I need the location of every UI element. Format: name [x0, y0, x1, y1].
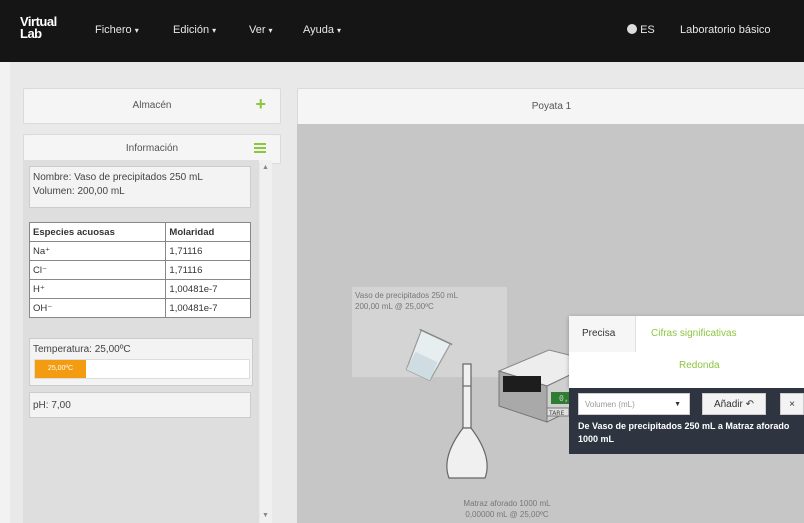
lab-name[interactable]: Laboratorio básico [680, 24, 771, 36]
workbench-header[interactable]: Poyata 1 [297, 88, 804, 126]
scroll-up-icon[interactable]: ▲ [262, 164, 269, 171]
menu-edicion[interactable]: Edición ▾ [173, 24, 216, 36]
column-header: Molaridad [165, 222, 251, 242]
menu-ayuda[interactable]: Ayuda ▾ [303, 24, 341, 36]
flask-tooltip: Matraz aforado 1000 mL 0,00000 mL @ 25,0… [442, 498, 572, 520]
navbar: Virtual Lab Fichero ▾ Edición ▾ Ver ▾ Ayuda… [0, 0, 804, 62]
transfer-panel: Volumen (mL) ▼ Añadir ↶ × De Vaso de pre… [569, 388, 804, 454]
volume-select-placeholder: Volumen (mL) [585, 400, 635, 409]
species-molarity: 1,00481e-7 [165, 279, 251, 299]
beaker-tooltip-volume: 200,00 mL @ 25,00ºC [355, 302, 434, 311]
species-name: OH⁻ [28, 298, 167, 318]
language-label: ES [640, 24, 655, 36]
tab-cifras-significativas[interactable]: Cifras significativas [651, 328, 737, 339]
species-name: H⁺ [28, 279, 167, 299]
object-info-box: Nombre: Vaso de precipitados 250 mL Volu… [29, 166, 251, 208]
undo-icon: ↶ [745, 399, 755, 410]
menu-ayuda-label: Ayuda [303, 24, 334, 36]
precision-popup: Precisa Cifras significativas Redonda [569, 316, 804, 388]
volumetric-flask-icon[interactable] [437, 362, 497, 487]
species-table: Especies acuosas Molaridad Na⁺ 1,71116 C… [28, 222, 251, 318]
add-button-label: Añadir [713, 399, 743, 410]
species-molarity: 1,71116 [165, 260, 251, 280]
menu-fichero[interactable]: Fichero ▾ [95, 24, 139, 36]
flask-tooltip-name: Matraz aforado 1000 mL [463, 499, 551, 508]
menu-ver[interactable]: Ver ▾ [249, 24, 273, 36]
table-row: Cl⁻ 1,71116 [28, 260, 251, 280]
object-volume: Volumen: 200,00 mL [33, 186, 125, 197]
scroll-down-icon[interactable]: ▼ [262, 512, 269, 519]
volume-select[interactable]: Volumen (mL) ▼ [578, 393, 690, 415]
virtual-lab-logo[interactable]: Virtual Lab [20, 15, 64, 41]
ph-box: pH: 7,00 [29, 392, 251, 418]
ph-label: pH: 7,00 [33, 400, 71, 411]
species-molarity: 1,71116 [165, 241, 251, 261]
object-name: Nombre: Vaso de precipitados 250 mL [33, 172, 203, 183]
brand-line2: Lab [20, 26, 42, 41]
species-molarity: 1,00481e-7 [165, 298, 251, 318]
caret-down-icon: ▾ [212, 26, 217, 35]
temperature-box: Temperatura: 25,00ºC 25,00ºC [29, 338, 253, 386]
add-button[interactable]: Añadir ↶ [702, 393, 766, 415]
species-name: Na⁺ [28, 241, 167, 261]
globe-icon [627, 24, 637, 34]
caret-down-icon: ▾ [337, 26, 342, 35]
table-row: Na⁺ 1,71116 [28, 241, 251, 261]
temperature-label: Temperatura: 25,00ºC [33, 344, 131, 355]
plus-icon[interactable]: + [255, 95, 266, 113]
temperature-bar-fill: 25,00ºC [35, 360, 86, 378]
temperature-bar: 25,00ºC [34, 359, 250, 379]
table-row: H⁺ 1,00481e-7 [28, 279, 251, 299]
scale-tare-button[interactable]: TARE [548, 410, 564, 417]
transfer-message: De Vaso de precipitados 250 mL a Matraz … [578, 421, 790, 444]
caret-down-icon: ▾ [134, 26, 139, 35]
caret-down-icon: ▼ [674, 401, 681, 408]
menu-fichero-label: Fichero [95, 24, 132, 36]
storage-panel-header[interactable]: Almacén + [23, 88, 281, 124]
tab-precisa[interactable]: Precisa [582, 328, 615, 339]
flask-tooltip-volume: 0,00000 mL @ 25,00ºC [465, 510, 549, 519]
tab-redonda[interactable]: Redonda [679, 360, 720, 371]
info-panel-body: Nombre: Vaso de precipitados 250 mL Volu… [23, 160, 259, 523]
caret-down-icon: ▾ [268, 26, 273, 35]
menu-edicion-label: Edición [173, 24, 210, 36]
close-button[interactable]: × [780, 393, 804, 415]
language-selector[interactable]: ES [627, 24, 655, 36]
menu-icon[interactable] [254, 141, 266, 155]
info-scrollbar[interactable]: ▲ ▼ [260, 160, 272, 523]
beaker-tooltip-name: Vaso de precipitados 250 mL [355, 291, 459, 300]
workbench-title: Poyata 1 [531, 101, 572, 112]
table-header-row: Especies acuosas Molaridad [28, 222, 251, 242]
column-header: Especies acuosas [28, 222, 167, 242]
table-row: OH⁻ 1,00481e-7 [28, 298, 251, 318]
info-title: Información [125, 143, 179, 154]
beaker-tooltip: Vaso de precipitados 250 mL 200,00 mL @ … [355, 290, 505, 312]
menu-ver-label: Ver [249, 24, 266, 36]
species-name: Cl⁻ [28, 260, 167, 280]
storage-title: Almacén [132, 100, 172, 111]
